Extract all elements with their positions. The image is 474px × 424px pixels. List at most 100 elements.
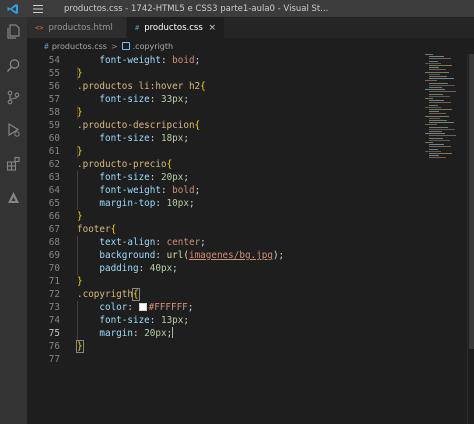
code-line[interactable]: 60 font-size: 18px; xyxy=(27,132,425,145)
code-line[interactable]: 57 font-size: 33px; xyxy=(27,93,425,106)
source-control-icon[interactable] xyxy=(5,89,22,106)
code-token: ; xyxy=(188,198,195,209)
color-swatch[interactable] xyxy=(138,303,147,311)
code-token: font-size xyxy=(99,172,150,183)
run-debug-icon[interactable] xyxy=(5,121,22,138)
line-number: 57 xyxy=(48,94,60,105)
code-token: ; xyxy=(194,185,201,196)
breadcrumb-symbol[interactable]: .copyrigth xyxy=(133,42,173,51)
minimap-line xyxy=(429,58,451,60)
code-token: padding xyxy=(99,263,139,274)
code-token: .productos li:hover h2 xyxy=(77,81,201,92)
code-line[interactable]: 62 .producto-precio{ xyxy=(27,158,425,171)
minimap-line xyxy=(425,54,433,55)
code-line[interactable]: 55} xyxy=(27,67,425,80)
code-line[interactable]: 56 .productos li:hover h2{ xyxy=(27,80,425,93)
code-line[interactable]: 76} xyxy=(27,340,425,353)
code-token: font-size xyxy=(99,94,150,105)
code-line[interactable]: 65 margin-top: 10px; xyxy=(27,197,425,210)
code-token: font-weight xyxy=(99,185,161,196)
remote-icon[interactable] xyxy=(5,189,22,206)
code-editor[interactable]: 54 font-weight: boid; 55} 56 .productos li:… xyxy=(27,54,425,368)
code-token: 13px xyxy=(160,315,184,326)
code-token: imagenes/bg.jpg xyxy=(188,250,273,261)
code-line[interactable]: 58} xyxy=(27,106,425,119)
code-token: ; xyxy=(183,94,189,105)
minimap-line xyxy=(429,155,439,157)
minimap-line xyxy=(429,111,439,113)
hamburger-menu-icon[interactable] xyxy=(26,0,50,17)
code-line[interactable]: 59 .producto-descripcion{ xyxy=(27,119,425,132)
code-token: : xyxy=(149,94,161,105)
css-file-icon: # xyxy=(135,23,140,32)
minimap-line xyxy=(425,71,449,73)
code-token: ; xyxy=(278,250,285,261)
line-number: 76 xyxy=(48,341,60,352)
code-token: : xyxy=(155,237,167,248)
tab-productos-css[interactable]: # productos.css × xyxy=(127,17,225,38)
code-line[interactable]: 72 .copyrigth{ xyxy=(27,288,425,301)
code-line[interactable]: 73 color: #FFFFFF; xyxy=(27,301,425,314)
indent-guide xyxy=(77,301,78,340)
code-line[interactable]: 69 background: url(imagenes/bg.jpg); xyxy=(27,249,425,262)
code-line[interactable]: 71} xyxy=(27,275,425,288)
code-line[interactable]: 77 xyxy=(27,353,425,366)
code-token: #FFFFFF xyxy=(148,302,188,313)
breadcrumb-separator: > xyxy=(110,41,118,51)
explorer-icon[interactable] xyxy=(5,23,22,40)
tab-productos-html[interactable]: <> productos.html xyxy=(27,17,127,38)
line-number: 75 xyxy=(48,328,60,339)
code-line[interactable]: 61} xyxy=(27,145,425,158)
tab-label: productos.html xyxy=(48,22,113,33)
code-line[interactable]: 66} xyxy=(27,210,425,223)
breadcrumb-file[interactable]: productos.css xyxy=(52,42,107,51)
vertical-scrollbar[interactable] xyxy=(467,54,474,424)
code-line[interactable]: 63 font-size: 20px; xyxy=(27,171,425,184)
code-text: } xyxy=(77,275,83,288)
minimap-line xyxy=(429,93,443,95)
code-line[interactable]: 64 font-weight: bold; xyxy=(27,184,425,197)
code-text: margin-top: 10px; xyxy=(77,197,195,210)
code-token: .producto-precio xyxy=(77,159,167,170)
code-line[interactable]: 68 text-align: center; xyxy=(27,236,425,249)
code-token: 18px xyxy=(160,133,184,144)
line-number: 67 xyxy=(48,224,60,235)
search-icon[interactable] xyxy=(5,57,22,74)
text-cursor xyxy=(172,327,174,338)
scrollbar-thumb[interactable] xyxy=(469,54,474,349)
minimap-line xyxy=(429,122,454,124)
line-number: 73 xyxy=(48,302,60,313)
minimap-line xyxy=(429,137,443,139)
code-token: margin xyxy=(99,328,133,339)
code-line[interactable]: 74 font-size: 13px; xyxy=(27,314,425,327)
minimap-line xyxy=(425,89,445,91)
code-line[interactable]: 75 margin: 20px; xyxy=(27,327,425,340)
line-number: 56 xyxy=(48,81,60,92)
minimap-line xyxy=(429,109,452,110)
code-line[interactable]: 67 footer{ xyxy=(27,223,425,236)
minimap[interactable] xyxy=(425,54,467,164)
code-text: font-size: 20px; xyxy=(77,171,189,184)
code-text: background: url(imagenes/bg.jpg); xyxy=(77,249,284,262)
code-token: color xyxy=(99,302,128,313)
window-title: productos.css - 1742-HTML5 e CSS3 parte1… xyxy=(64,3,329,14)
code-token: : xyxy=(138,263,150,274)
code-line[interactable]: 54 font-weight: boid; xyxy=(27,54,425,67)
code-text: .producto-descripcion{ xyxy=(77,119,200,132)
code-token: { xyxy=(110,224,117,235)
minimap-line xyxy=(429,139,450,141)
minimap-line xyxy=(425,115,449,117)
code-token: : xyxy=(160,55,173,66)
minimap-line xyxy=(425,124,437,126)
minimap-line xyxy=(425,80,437,82)
code-text: margin: 20px; xyxy=(77,327,174,340)
minimap-line xyxy=(429,144,444,146)
code-text: color: #FFFFFF; xyxy=(77,301,193,314)
close-icon[interactable]: × xyxy=(208,23,216,33)
code-token: font-weight xyxy=(99,55,161,66)
extensions-icon[interactable] xyxy=(5,155,22,172)
code-line[interactable]: 70 padding: 40px; xyxy=(27,262,425,275)
code-token: } xyxy=(76,340,84,353)
